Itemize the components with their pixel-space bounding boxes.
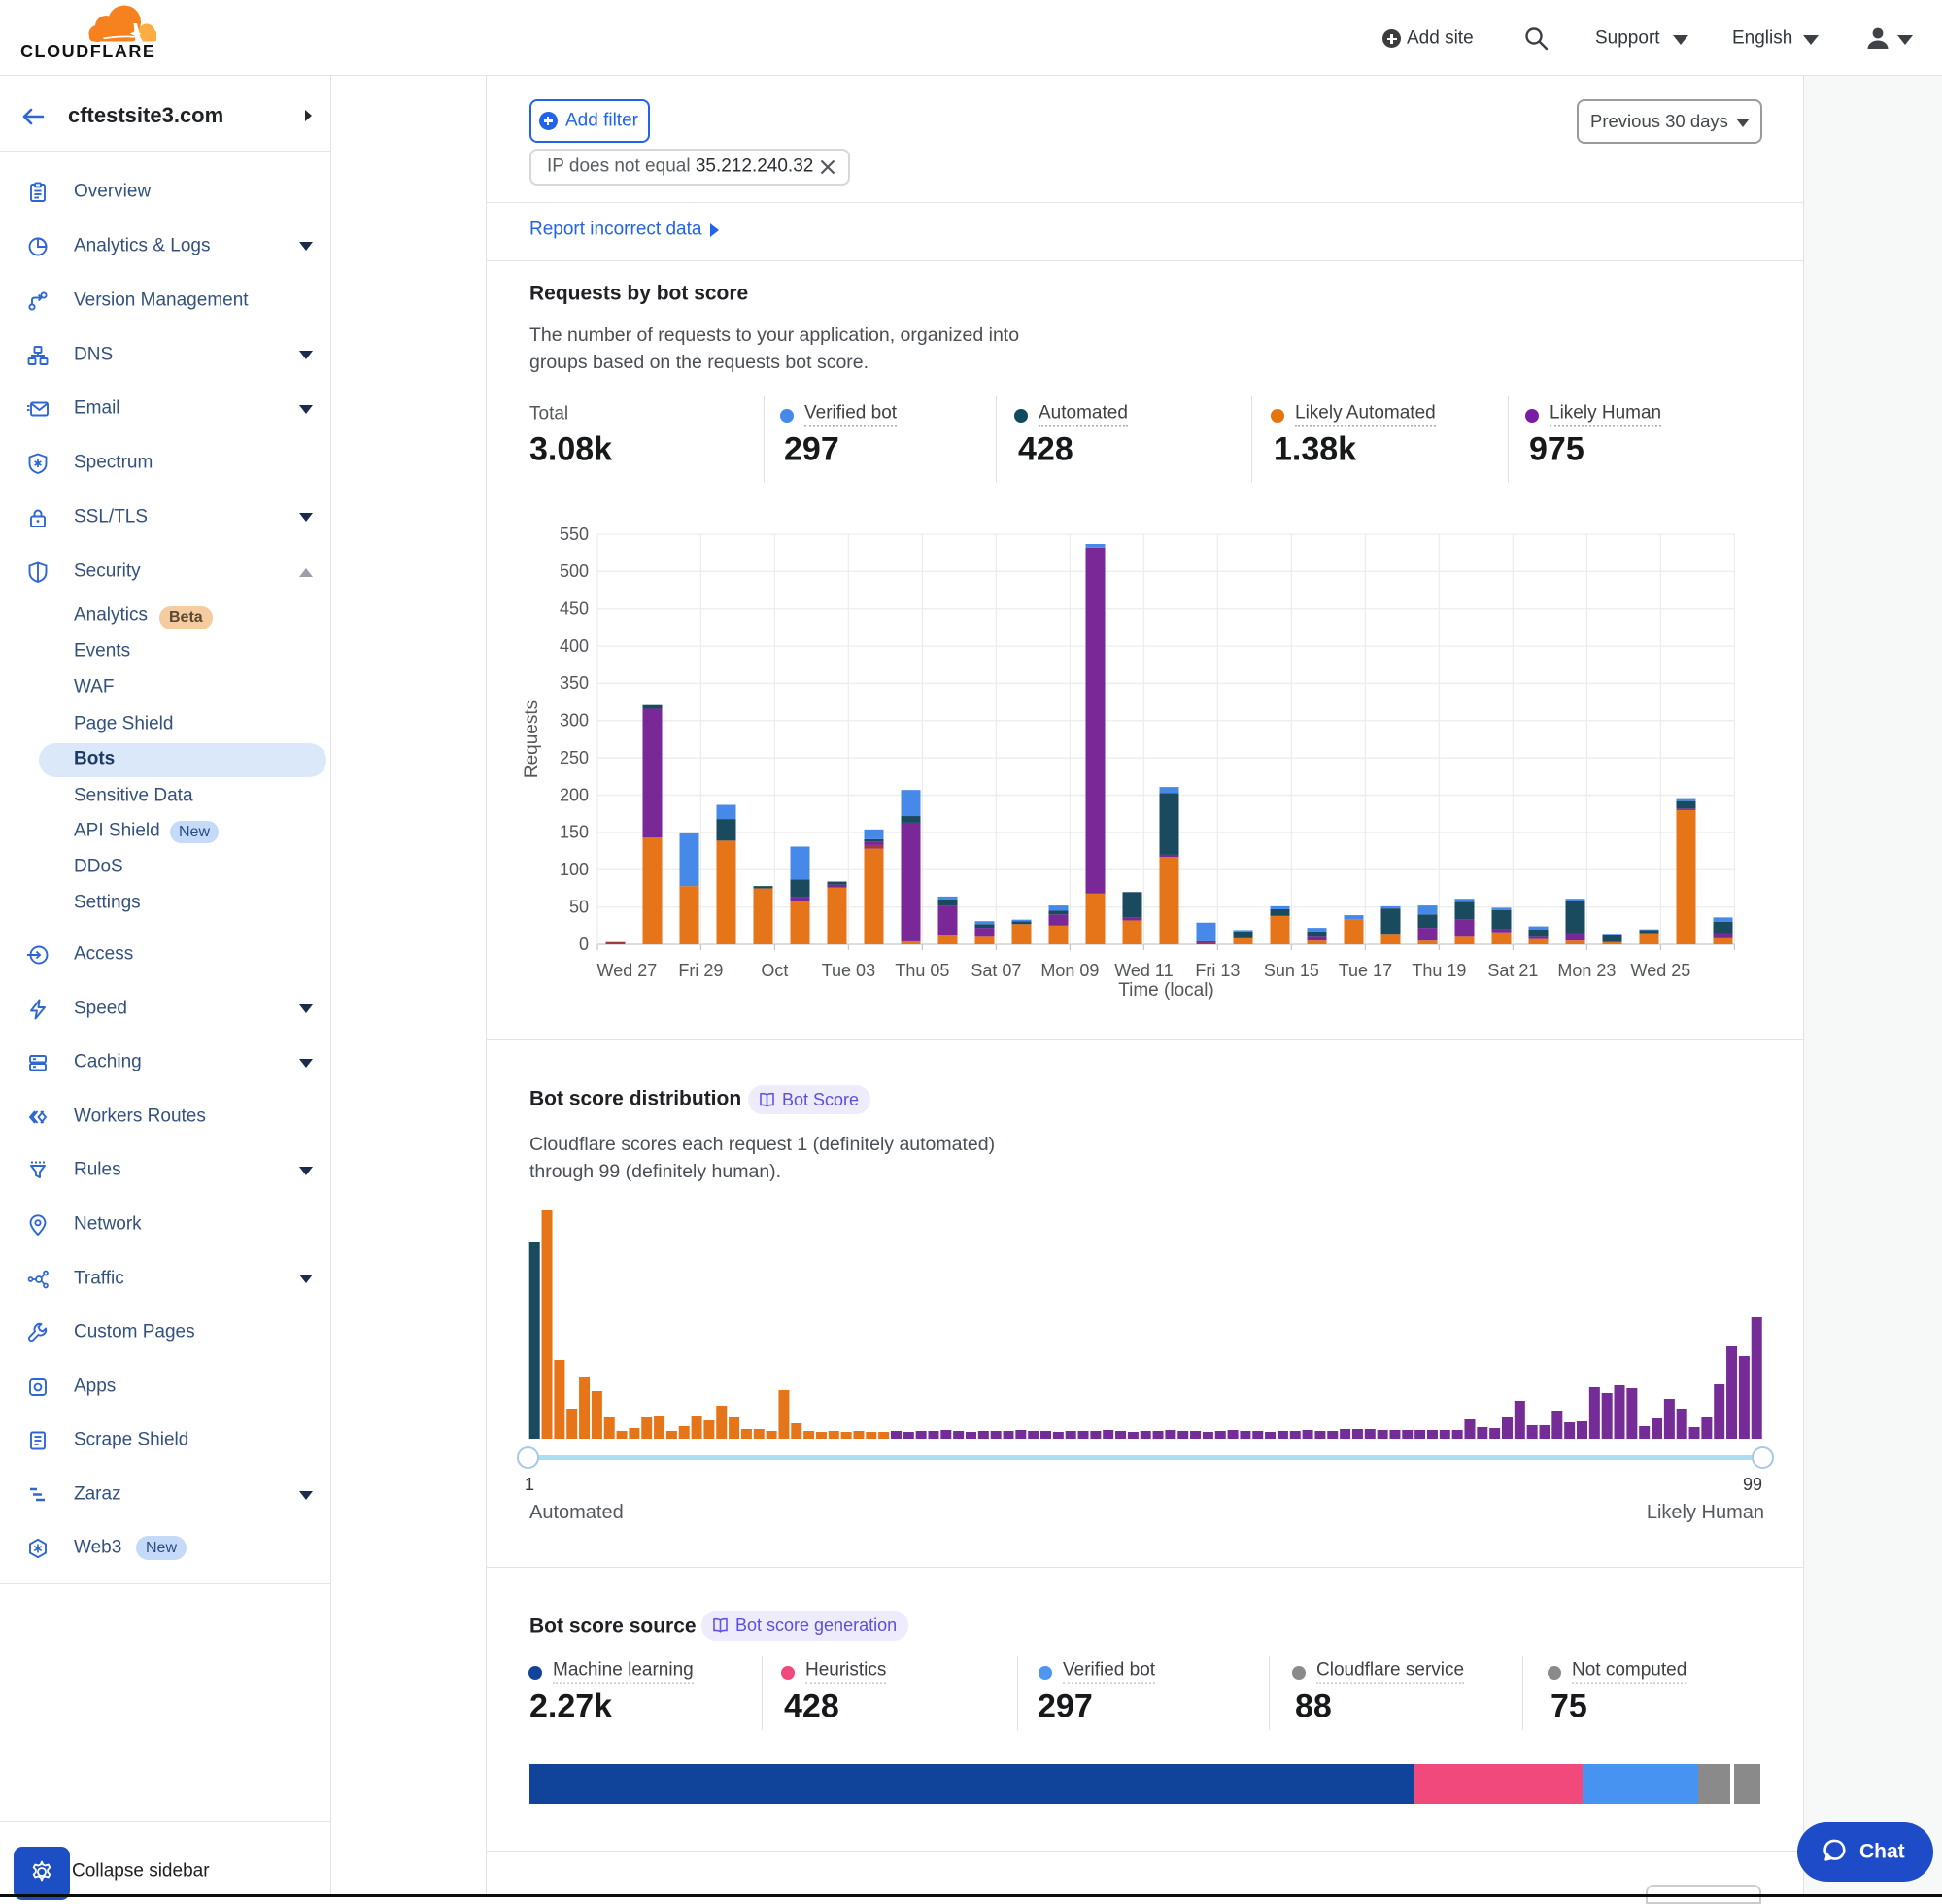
svg-text:500: 500 <box>560 561 589 581</box>
svg-text:Thu 05: Thu 05 <box>895 961 949 980</box>
svg-text:Thu 19: Thu 19 <box>1412 961 1466 980</box>
svg-text:250: 250 <box>560 748 589 767</box>
svg-text:Sun 15: Sun 15 <box>1264 961 1319 980</box>
svg-text:Time (local): Time (local) <box>1118 980 1214 1001</box>
svg-text:Sat 07: Sat 07 <box>971 961 1021 980</box>
svg-text:Fri 13: Fri 13 <box>1195 961 1240 980</box>
svg-text:50: 50 <box>569 897 589 916</box>
svg-text:Wed 25: Wed 25 <box>1631 961 1691 980</box>
svg-text:Mon 09: Mon 09 <box>1040 961 1099 980</box>
svg-text:550: 550 <box>560 525 589 544</box>
svg-text:400: 400 <box>560 636 589 656</box>
svg-text:200: 200 <box>560 785 589 804</box>
svg-text:Mon 23: Mon 23 <box>1557 961 1616 980</box>
svg-text:Fri 29: Fri 29 <box>678 961 723 980</box>
svg-text:Wed 11: Wed 11 <box>1114 961 1173 980</box>
svg-text:Requests: Requests <box>522 700 542 778</box>
svg-text:300: 300 <box>560 711 589 731</box>
svg-text:0: 0 <box>579 935 589 954</box>
svg-text:Tue 17: Tue 17 <box>1339 961 1392 980</box>
svg-text:Tue 03: Tue 03 <box>822 961 875 980</box>
svg-text:Oct: Oct <box>761 961 788 980</box>
svg-text:450: 450 <box>560 598 589 618</box>
svg-text:100: 100 <box>560 860 589 879</box>
svg-text:Wed 27: Wed 27 <box>597 961 658 980</box>
svg-text:350: 350 <box>560 673 589 693</box>
svg-text:Sat 21: Sat 21 <box>1487 961 1538 980</box>
svg-text:150: 150 <box>560 823 589 842</box>
